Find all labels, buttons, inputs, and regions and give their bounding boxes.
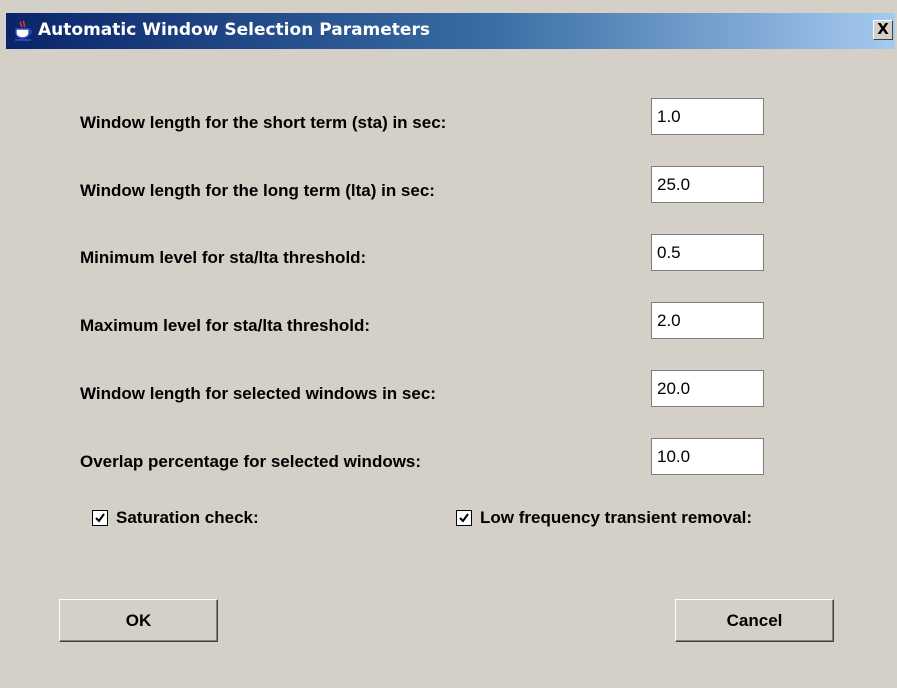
dialog-window: Automatic Window Selection Parameters X …: [0, 0, 897, 688]
dialog-content: Window length for the short term (sta) i…: [0, 49, 897, 688]
selected-window-length-label: Window length for selected windows in se…: [80, 384, 436, 403]
saturation-check-option[interactable]: Saturation check:: [92, 508, 259, 528]
checkmark-icon: [459, 513, 469, 523]
lta-length-label: Window length for the long term (lta) in…: [80, 181, 435, 200]
java-cup-icon: [12, 20, 34, 42]
lta-length-input[interactable]: [651, 166, 764, 203]
min-threshold-label: Minimum level for sta/lta threshold:: [80, 248, 367, 267]
window-title: Automatic Window Selection Parameters: [38, 20, 430, 40]
overlap-percentage-input[interactable]: [651, 438, 764, 475]
cancel-button[interactable]: Cancel: [675, 599, 834, 642]
max-threshold-input[interactable]: [651, 302, 764, 339]
ok-button[interactable]: OK: [59, 599, 218, 642]
low-frequency-label: Low frequency transient removal:: [480, 508, 753, 527]
low-frequency-option[interactable]: Low frequency transient removal:: [456, 508, 752, 528]
overlap-percentage-label: Overlap percentage for selected windows:: [80, 452, 422, 471]
title-bar[interactable]: Automatic Window Selection Parameters X: [6, 13, 895, 49]
min-threshold-input[interactable]: [651, 234, 764, 271]
close-icon: X: [877, 20, 889, 38]
close-button[interactable]: X: [873, 20, 893, 40]
max-threshold-label: Maximum level for sta/lta threshold:: [80, 316, 371, 335]
low-frequency-checkbox[interactable]: [456, 510, 472, 526]
sta-length-label: Window length for the short term (sta) i…: [80, 113, 447, 132]
checkmark-icon: [95, 513, 105, 523]
saturation-checkbox[interactable]: [92, 510, 108, 526]
selected-window-length-input[interactable]: [651, 370, 764, 407]
saturation-check-label: Saturation check:: [116, 508, 259, 527]
sta-length-input[interactable]: [651, 98, 764, 135]
